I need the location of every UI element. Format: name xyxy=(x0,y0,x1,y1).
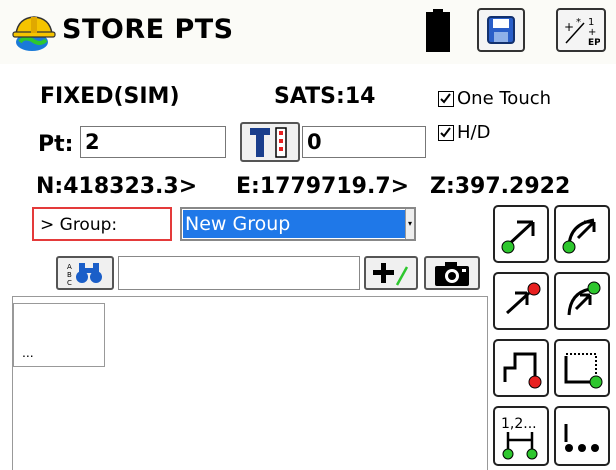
svg-text:EP: EP xyxy=(588,38,600,47)
more-dots-icon xyxy=(564,424,599,452)
curve-store-button[interactable] xyxy=(554,205,610,263)
save-icon xyxy=(487,16,515,44)
camera-button[interactable] xyxy=(424,256,480,290)
more-options-button[interactable] xyxy=(554,406,610,466)
hd-label: H/D xyxy=(457,122,491,143)
points-panel: ... xyxy=(12,296,488,470)
store-point-button[interactable] xyxy=(493,205,549,263)
curve-end-button[interactable] xyxy=(554,272,610,330)
app-title: STORE PTS xyxy=(62,14,234,45)
close-rectangle-button[interactable] xyxy=(554,339,610,397)
hd-checkbox[interactable]: H/D xyxy=(438,122,490,143)
svg-text:+: + xyxy=(564,20,574,34)
one-touch-checkbox[interactable]: One Touch xyxy=(438,88,551,109)
point-sequence-icon: 1,2... xyxy=(501,416,538,460)
plus-edit-icon xyxy=(373,263,409,286)
curve-end-icon xyxy=(567,281,601,316)
rod-height-icon xyxy=(250,127,287,158)
one-touch-label: One Touch xyxy=(457,88,552,109)
description-list-button[interactable]: A B C xyxy=(56,256,114,290)
abc-binoculars-icon: A B C xyxy=(67,263,102,286)
group-select[interactable]: New Group ▾ xyxy=(180,207,416,241)
add-description-button[interactable] xyxy=(364,256,418,290)
group-selected-value[interactable]: New Group xyxy=(183,210,407,238)
svg-text:1,2...: 1,2... xyxy=(501,416,537,432)
fix-status: FIXED(SIM) xyxy=(40,84,180,109)
description-input[interactable] xyxy=(118,256,360,290)
line-store-icon xyxy=(501,220,535,254)
save-button[interactable] xyxy=(477,8,525,52)
line-end-icon xyxy=(505,282,541,315)
tile-text: ... xyxy=(22,344,34,360)
svg-text:C: C xyxy=(67,279,72,286)
checkmark-icon xyxy=(440,126,451,138)
northing-value[interactable]: N:418323.3> xyxy=(36,174,197,199)
curve-store-icon xyxy=(562,218,596,254)
svg-text:B: B xyxy=(67,271,72,279)
close-figure-icon xyxy=(503,352,542,389)
camera-icon xyxy=(435,262,469,286)
close-rectangle-icon xyxy=(564,353,603,389)
hd-check-box[interactable] xyxy=(438,124,454,141)
point-sequence-button[interactable]: 1,2... xyxy=(493,406,549,466)
one-touch-check-box[interactable] xyxy=(438,90,454,107)
dropdown-arrow-icon[interactable]: ▾ xyxy=(405,209,414,239)
easting-value[interactable]: E:1779719.7> xyxy=(236,174,409,199)
battery-icon xyxy=(426,9,450,52)
point-number-input[interactable]: 2 xyxy=(80,126,226,158)
line-end-button[interactable] xyxy=(493,272,549,330)
hardhat-globe-icon[interactable] xyxy=(10,12,58,52)
title-bar: STORE PTS + * 1 + EP xyxy=(0,0,616,64)
svg-text:A: A xyxy=(67,263,72,271)
cogo-calc-button[interactable]: + * 1 + EP xyxy=(556,8,606,52)
rod-height-button[interactable] xyxy=(240,122,300,162)
satellite-count: SATS:14 xyxy=(274,84,376,109)
close-figure-button[interactable] xyxy=(493,339,549,397)
rod-height-input[interactable]: 0 xyxy=(302,126,426,158)
svg-text:*: * xyxy=(576,17,581,28)
checkmark-icon xyxy=(440,92,451,104)
cogo-calc-icon: + * 1 + EP xyxy=(564,17,600,47)
panel-tile[interactable]: ... xyxy=(13,303,105,367)
svg-text:+: + xyxy=(588,27,596,38)
point-label: Pt: xyxy=(38,132,74,157)
elevation-value[interactable]: Z:397.2922 xyxy=(430,174,570,199)
group-label[interactable]: > Group: xyxy=(32,207,172,241)
